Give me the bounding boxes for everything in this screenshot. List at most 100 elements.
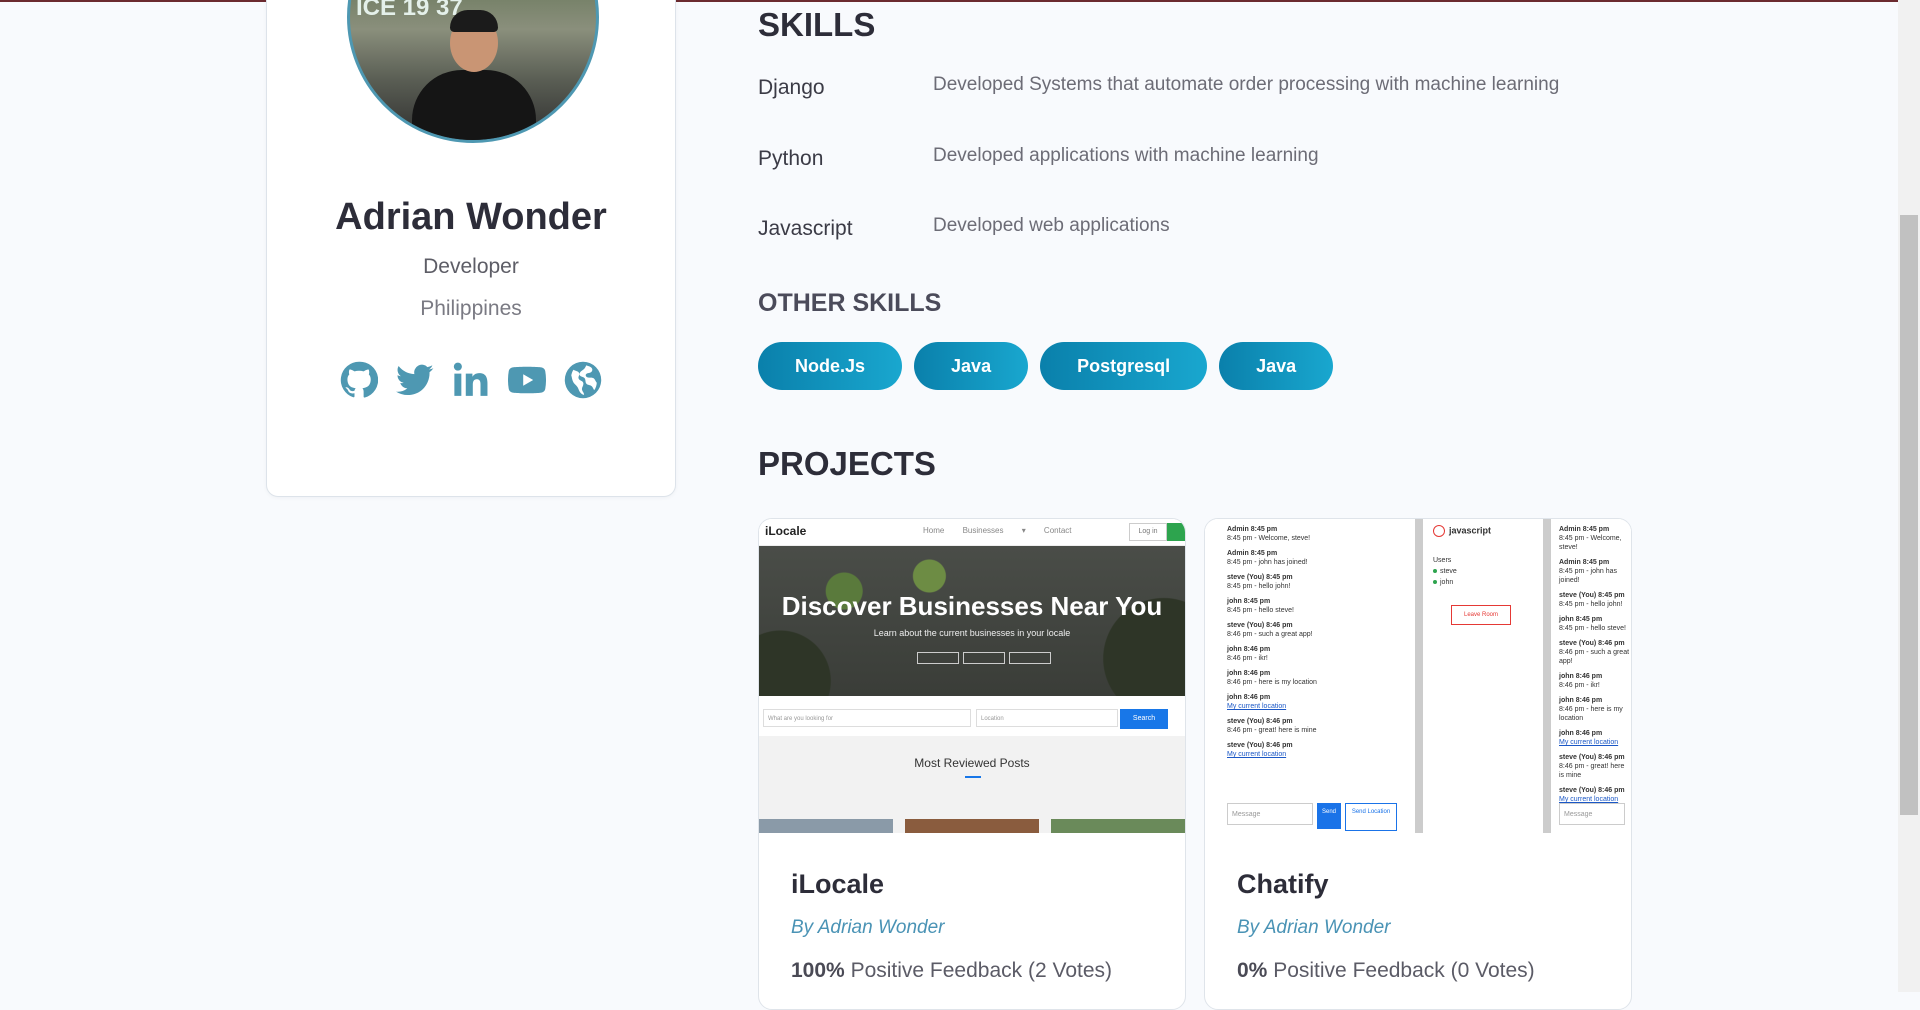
preview-message-input: Message — [1559, 803, 1625, 825]
preview-hero-buttons — [917, 652, 1051, 664]
scrollbar-thumb[interactable] — [1900, 215, 1918, 815]
preview-send-location-button: Send Location — [1345, 803, 1397, 831]
skill-row: Django Developed Systems that automate o… — [758, 74, 1658, 116]
project-author[interactable]: By Adrian Wonder — [791, 917, 944, 939]
skill-row: Python Developed applications with machi… — [758, 145, 1658, 187]
preview-message-text: 8:45 pm - john has joined! — [1227, 559, 1308, 566]
profile-role: Developer — [423, 255, 519, 278]
skills-heading: SKILLS — [758, 6, 876, 43]
avatar-person-hair — [450, 10, 498, 32]
preview-hero-subtitle: Learn about the current businesses in yo… — [873, 628, 1071, 638]
preview-logo: iLocale — [765, 524, 807, 538]
avatar: ICE 19 37 — [347, 0, 599, 143]
project-title[interactable]: Chatify — [1237, 869, 1329, 900]
skill-tag[interactable]: Java — [1219, 342, 1334, 390]
preview-message-list: Admin 8:45 pm 8:45 pm - Welcome, steve! Ad… — [1551, 525, 1631, 804]
project-screenshot[interactable]: Admin 8:45 pm 8:45 pm - Welcome, steve! Ad… — [1205, 519, 1631, 833]
preview-thumbnails — [759, 819, 1185, 833]
preview-section-title: Most Reviewed Posts — [914, 756, 1030, 770]
preview-chat-message: steve (You) 8:46 pm My current location — [1559, 786, 1631, 804]
preview-message-author: john 8:46 pm — [1227, 694, 1271, 701]
preview-nav-links: Home Businesses ▾ Contact — [923, 526, 1072, 535]
feedback-text: Positive Feedback (0 Votes) — [1273, 959, 1535, 982]
preview-message-text: My current location — [1227, 751, 1287, 758]
preview-user: steve — [1433, 566, 1457, 577]
profile-card: ICE 19 37 Adrian Wonder Developer Philip… — [266, 0, 676, 497]
preview-login-button: Log in — [1129, 523, 1167, 541]
preview-underline — [965, 776, 981, 778]
preview-location-input: Location — [976, 709, 1118, 727]
preview-most-reviewed: Most Reviewed Posts — [759, 736, 1185, 833]
preview-message-author: steve (You) 8:46 pm — [1559, 754, 1625, 761]
preview-message-text: 8:46 pm - ikr! — [1227, 655, 1268, 662]
skill-name: Javascript — [758, 217, 853, 240]
profile-name: Adrian Wonder — [335, 196, 607, 238]
preview-message-author: john 8:46 pm — [1559, 730, 1603, 737]
avatar-background-sign: ICE 19 37 — [356, 0, 463, 21]
preview-signup-button — [1167, 523, 1185, 541]
preview-room-name: javascript — [1433, 525, 1491, 537]
preview-send-button: Send — [1317, 803, 1341, 829]
github-icon[interactable] — [340, 361, 379, 399]
preview-chat-message: Admin 8:45 pm 8:45 pm - Welcome, steve! — [1559, 525, 1631, 552]
preview-message-text: 8:45 pm - hello john! — [1559, 601, 1623, 608]
project-card-chatify[interactable]: Admin 8:45 pm 8:45 pm - Welcome, steve! Ad… — [1204, 518, 1632, 1010]
preview-message-author: john 8:45 pm — [1559, 616, 1603, 623]
preview-chat-message: steve (You) 8:45 pm 8:45 pm - hello john! — [1559, 591, 1631, 609]
preview-message-author: john 8:46 pm — [1559, 697, 1603, 704]
preview-chat-message: steve (You) 8:45 pm 8:45 pm - hello john! — [1227, 573, 1415, 591]
preview-message-text: My current location — [1559, 739, 1619, 746]
preview-message-author: steve (You) 8:46 pm — [1227, 718, 1293, 725]
preview-search-button: Search — [1120, 709, 1168, 729]
preview-message-author: john 8:46 pm — [1227, 646, 1271, 653]
preview-chat-message: steve (You) 8:46 pm 8:46 pm - great! here… — [1227, 717, 1415, 735]
project-feedback: 100% Positive Feedback (2 Votes) — [791, 959, 1112, 983]
skill-tags: Node.Js Java Postgresql Java — [758, 342, 1334, 390]
preview-chat-message: steve (You) 8:46 pm 8:46 pm - such a grea… — [1227, 621, 1415, 639]
preview-chat-message: john 8:46 pm 8:46 pm - here is my locatio… — [1227, 669, 1415, 687]
skill-description: Developed web applications — [933, 215, 1170, 236]
skill-description: Developed applications with machine lear… — [933, 145, 1319, 166]
youtube-icon[interactable] — [507, 361, 547, 399]
preview-message-text: 8:46 pm - great! here is mine — [1559, 763, 1625, 779]
preview-message-text: 8:45 pm - hello john! — [1227, 583, 1291, 590]
preview-message-author: Admin 8:45 pm — [1227, 526, 1278, 533]
preview-message-text: 8:45 pm - hello steve! — [1227, 607, 1294, 614]
preview-message-text: 8:46 pm - such a great app! — [1227, 631, 1313, 638]
page-scrollbar[interactable] — [1898, 0, 1920, 992]
project-screenshot[interactable]: iLocale Home Businesses ▾ Contact Log in… — [759, 519, 1185, 833]
preview-leave-room-button: Leave Room — [1451, 605, 1511, 625]
preview-navbar: iLocale Home Businesses ▾ Contact Log in — [759, 519, 1185, 546]
skill-tag[interactable]: Node.Js — [758, 342, 903, 390]
skill-row: Javascript Developed web applications — [758, 215, 1658, 257]
social-links — [267, 361, 675, 399]
project-card-ilocale[interactable]: iLocale Home Businesses ▾ Contact Log in… — [758, 518, 1186, 1010]
projects-heading: PROJECTS — [758, 445, 936, 482]
linkedin-icon[interactable] — [452, 361, 490, 399]
preview-message-author: Admin 8:45 pm — [1227, 550, 1278, 557]
preview-chat-message: steve (You) 8:46 pm My current location — [1227, 741, 1415, 759]
preview-message-author: steve (You) 8:45 pm — [1227, 574, 1293, 581]
preview-message-text: 8:45 pm - john has joined! — [1559, 568, 1617, 584]
other-skills-heading: OTHER SKILLS — [758, 289, 942, 317]
globe-icon[interactable] — [564, 361, 602, 399]
skill-tag[interactable]: Postgresql — [1040, 342, 1208, 390]
preview-chat-message: steve (You) 8:46 pm 8:46 pm - such a grea… — [1559, 639, 1631, 666]
preview-message-text: 8:46 pm - great! here is mine — [1227, 727, 1317, 734]
preview-users-label: Users — [1433, 557, 1452, 564]
project-feedback: 0% Positive Feedback (0 Votes) — [1237, 959, 1535, 983]
project-title[interactable]: iLocale — [791, 869, 884, 900]
skill-name: Python — [758, 147, 824, 170]
preview-message-text: 8:46 pm - here is my location — [1227, 679, 1317, 686]
preview-message-text: 8:45 pm - hello steve! — [1559, 625, 1626, 632]
preview-chat-message: john 8:46 pm 8:46 pm - ikr! — [1227, 645, 1415, 663]
preview-message-text: 8:45 pm - Welcome, steve! — [1227, 535, 1311, 542]
twitter-icon[interactable] — [396, 361, 434, 399]
profile-country: Philippines — [420, 297, 522, 320]
preview-message-text: 8:46 pm - ikr! — [1559, 682, 1600, 689]
project-author[interactable]: By Adrian Wonder — [1237, 917, 1390, 939]
preview-message-text: My current location — [1227, 703, 1287, 710]
preview-message-author: john 8:46 pm — [1227, 670, 1271, 677]
skill-tag[interactable]: Java — [914, 342, 1029, 390]
feedback-percent: 100% — [791, 959, 845, 982]
